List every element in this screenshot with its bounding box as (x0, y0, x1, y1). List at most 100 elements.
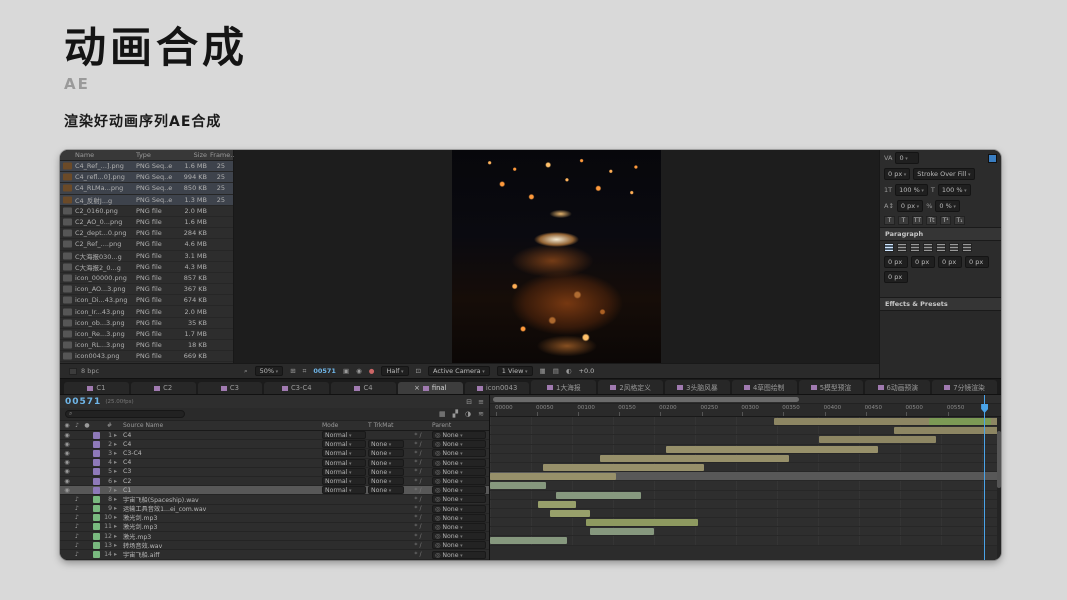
layer-row[interactable]: ◉ 5 C3 Normal None None (60, 467, 489, 477)
project-file-row[interactable]: icon_Re...3.png PNG file 1.7 MB (60, 328, 233, 340)
layer-mode-select[interactable]: Normal (322, 486, 366, 495)
layer-expander[interactable] (114, 523, 121, 530)
region-of-interest-icon[interactable]: ⊡ (416, 367, 421, 375)
indent-field[interactable]: 0 px (884, 256, 908, 268)
layer-duration-bar[interactable] (586, 519, 699, 527)
layer-switches[interactable] (406, 533, 430, 540)
motion-blur-icon[interactable]: ◑ (465, 410, 471, 418)
project-file-row[interactable]: icon_00000.png PNG file 857 KB (60, 272, 233, 285)
layer-label-chip[interactable] (93, 449, 100, 457)
text-style-button[interactable]: Tt (926, 216, 937, 225)
draft-3d-icon[interactable]: ▦ (439, 410, 446, 418)
text-style-button[interactable]: T (898, 216, 909, 225)
project-file-row[interactable]: icon_AO...3.png PNG file 367 KB (60, 284, 233, 296)
justify-last-center-button[interactable] (936, 243, 946, 252)
baseline-shift-field[interactable]: 0 px (896, 200, 924, 212)
layer-switches[interactable] (406, 514, 430, 521)
graph-editor-icon[interactable]: ≋ (478, 410, 484, 418)
layer-trkmat-select[interactable]: None (368, 467, 404, 476)
layer-source-name[interactable]: C4 (123, 441, 320, 448)
layer-expander[interactable] (114, 496, 121, 503)
column-trkmat[interactable]: T TrkMat (368, 422, 404, 429)
layer-duration-bar[interactable] (490, 537, 567, 545)
layer-trkmat-select[interactable]: None (368, 458, 404, 467)
layer-parent-select[interactable]: None (432, 467, 486, 476)
comp-tab[interactable]: C1 (64, 382, 129, 394)
stroke-style-select[interactable]: Stroke Over Fill (913, 168, 975, 180)
layer-duration-bar[interactable] (590, 528, 654, 536)
current-frame-field[interactable]: 00571 (313, 367, 336, 375)
layer-parent-select[interactable]: None (432, 458, 486, 467)
comp-tab[interactable]: 1大海报 (531, 380, 597, 394)
layer-label-chip[interactable] (93, 431, 100, 439)
layer-parent-select[interactable]: None (432, 477, 486, 486)
project-file-row[interactable]: C2_0160.png PNG file 2.0 MB (60, 205, 233, 217)
comp-tab[interactable]: × final (397, 382, 463, 394)
layer-visibility-toggle[interactable]: ◉ (63, 459, 71, 466)
column-mode[interactable]: Mode (322, 422, 366, 429)
timeline-scrollbar[interactable] (997, 417, 1001, 560)
resolution-select[interactable]: Half (381, 366, 409, 376)
comp-tab[interactable]: C3 (197, 382, 263, 394)
layer-trkmat-select[interactable]: None (368, 440, 404, 449)
project-file-row[interactable]: icon_Di...43.png PNG file 674 KB (60, 295, 233, 307)
layer-visibility-toggle[interactable]: ◉ (63, 468, 71, 475)
tsume-field[interactable]: 0 % (935, 200, 960, 212)
comp-tab[interactable]: C2 (130, 382, 196, 394)
align-center-button[interactable] (897, 243, 907, 252)
effects-presets-header[interactable]: Effects & Presets (880, 297, 1001, 311)
layer-row[interactable]: ◉ 4 C4 Normal None None (60, 458, 489, 468)
layer-visibility-toggle[interactable]: ◉ (63, 441, 71, 448)
comp-tab[interactable]: 7分镜渲染 (932, 380, 997, 394)
layer-source-name[interactable]: 运输工具音效1...ei_com.wav (123, 504, 320, 513)
layer-expander[interactable] (114, 487, 121, 494)
layer-switches[interactable] (406, 505, 430, 512)
layer-audio-toggle[interactable]: ♪ (73, 533, 81, 540)
time-navigator-bar[interactable] (492, 397, 800, 402)
layer-duration-bar[interactable] (490, 473, 617, 481)
layer-switches[interactable] (406, 523, 430, 530)
project-file-row[interactable]: C大海报2_0...g PNG file 4.3 MB (60, 261, 233, 273)
project-file-row[interactable]: C2_AO_0...png PNG file 1.6 MB (60, 216, 233, 229)
layer-switches[interactable] (406, 441, 430, 448)
comp-tab[interactable]: icon0043 (464, 382, 530, 394)
project-file-row[interactable]: icon_RL...3.png PNG file 18 KB (60, 340, 233, 352)
layer-source-name[interactable]: C4 (123, 459, 320, 466)
layer-row[interactable]: ◉ 1 C4 Normal None (60, 431, 489, 441)
layer-expander[interactable] (114, 551, 121, 558)
layer-label-chip[interactable] (93, 477, 100, 485)
project-file-row[interactable]: icon0043.png PNG file 669 KB (60, 351, 233, 363)
layer-mode-select[interactable] (322, 551, 366, 559)
layer-duration-bar[interactable] (550, 509, 591, 517)
layer-trkmat-select[interactable] (368, 505, 404, 513)
layer-expander[interactable] (114, 450, 121, 457)
layer-label-chip[interactable] (93, 523, 100, 531)
comp-tab[interactable]: C3-C4 (264, 382, 330, 394)
layer-source-name[interactable]: C1 (123, 487, 320, 494)
layer-parent-select[interactable]: None (432, 495, 486, 504)
layer-source-name[interactable]: 宇宙飞船(Spaceship).wav (123, 495, 320, 504)
layer-visibility-toggle[interactable]: ◉ (63, 487, 71, 494)
indent-field[interactable]: 0 px (965, 256, 989, 268)
layer-audio-toggle[interactable]: ♪ (73, 505, 81, 512)
playhead-line[interactable] (984, 395, 986, 560)
layer-duration-bar[interactable] (600, 454, 790, 462)
layer-switches[interactable] (406, 542, 430, 549)
layer-expander[interactable] (114, 459, 121, 466)
show-snapshot-icon[interactable]: ◉ (356, 367, 362, 375)
zoom-select[interactable]: 50% (254, 366, 284, 376)
mask-visibility-icon[interactable]: ⌗ (303, 367, 307, 376)
layer-visibility-toggle[interactable]: ◉ (63, 450, 71, 457)
exposure-icon[interactable]: ◐ (566, 367, 572, 375)
layer-expander[interactable] (114, 432, 121, 439)
time-navigator[interactable] (490, 395, 1001, 404)
layer-mode-select[interactable]: Normal (322, 440, 366, 449)
column-type[interactable]: Type (136, 151, 178, 159)
layer-parent-select[interactable]: None (432, 449, 486, 458)
comp-tab[interactable]: 5模型预渲 (798, 380, 864, 394)
layer-label-chip[interactable] (93, 440, 100, 448)
grid-guides-icon[interactable]: ⊞ (290, 367, 295, 375)
layer-trkmat-select[interactable] (368, 541, 404, 549)
layer-expander[interactable] (114, 478, 121, 485)
layer-audio-toggle[interactable]: ♪ (73, 514, 81, 521)
